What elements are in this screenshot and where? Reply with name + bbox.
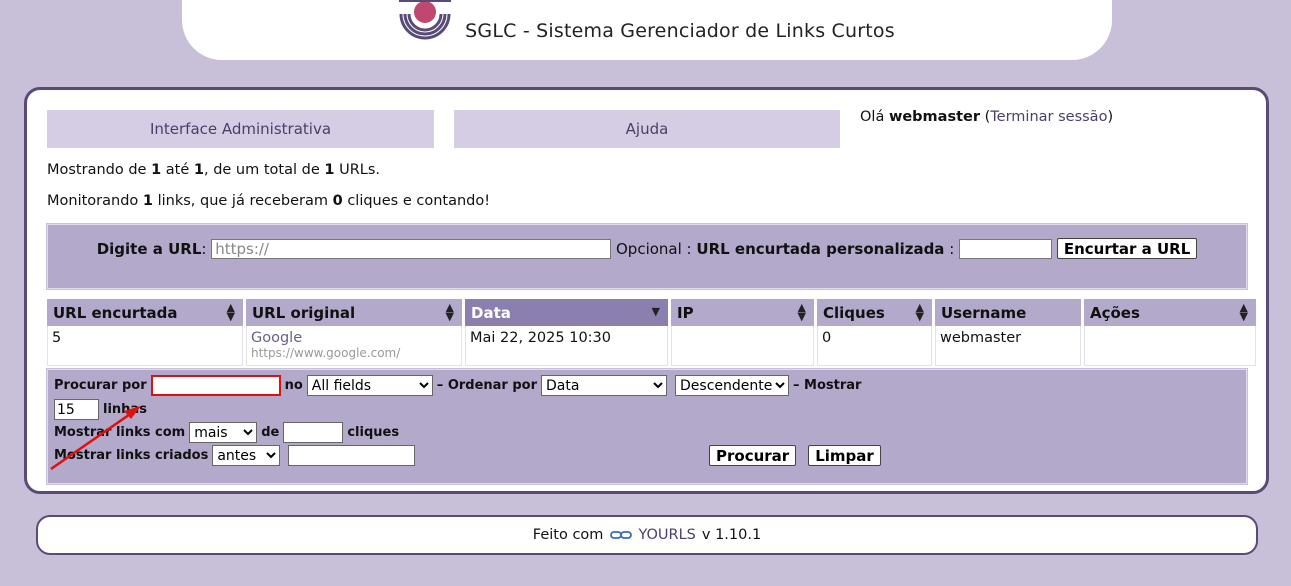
greeting-close-paren: ) bbox=[1107, 109, 1114, 125]
cell-short-url[interactable]: 5 bbox=[47, 326, 243, 366]
main-panel: Interface Administrativa Ajuda Olá webma… bbox=[24, 87, 1269, 494]
order-label: – Ordenar por bbox=[436, 378, 538, 393]
filter-row-search: Procurar por no All fields – Ordenar por… bbox=[54, 375, 861, 396]
column-header-original-url[interactable]: URL original ▲ ▼ bbox=[246, 299, 462, 326]
per-page-input[interactable] bbox=[54, 399, 99, 420]
show-label: – Mostrar bbox=[793, 378, 862, 393]
url-label-colon: : bbox=[201, 239, 207, 258]
cell-original-url: Google https://www.google.com/ bbox=[246, 326, 462, 366]
filter-row-created: Mostrar links criados antes bbox=[54, 445, 419, 466]
cell-actions bbox=[1084, 326, 1256, 366]
url-address[interactable]: https://www.google.com/ bbox=[251, 346, 457, 360]
footer-made-with: Feito com bbox=[532, 527, 604, 543]
user-greeting: Olá webmaster (Terminar sessão) bbox=[860, 109, 1113, 125]
monitor-links-word: links, que já receberam bbox=[157, 193, 329, 209]
sort-icon: ▲ ▼ bbox=[915, 301, 924, 323]
add-url-box: Digite a URL: Opcional : URL encurtada p… bbox=[46, 223, 1248, 290]
url-label: Digite a URL bbox=[96, 239, 202, 258]
created-date-input[interactable] bbox=[288, 445, 416, 466]
table-header-row: URL encurtada ▲ ▼ URL original ▲ ▼ Data ▼ IP ▲… bbox=[47, 299, 1256, 326]
search-label: Procurar por bbox=[54, 378, 147, 393]
clear-button[interactable]: Limpar bbox=[808, 445, 881, 466]
monitor-clicks-word: cliques e contando! bbox=[347, 193, 491, 209]
column-header-label: IP bbox=[677, 303, 694, 322]
yourls-logo-icon bbox=[399, 0, 452, 40]
yourls-link[interactable]: YOURLS bbox=[638, 527, 695, 543]
showing-total-word: , de um total de bbox=[203, 162, 320, 178]
url-input[interactable] bbox=[211, 238, 612, 259]
column-header-short-url[interactable]: URL encurtada ▲ ▼ bbox=[47, 299, 243, 326]
filter-buttons: Procurar Limpar bbox=[709, 445, 881, 466]
showing-urls-word: URLs. bbox=[339, 162, 381, 178]
search-field-select[interactable]: All fields bbox=[306, 375, 433, 396]
showing-to: 1 bbox=[193, 162, 204, 178]
column-header-label: Cliques bbox=[823, 303, 885, 322]
column-header-label: URL encurtada bbox=[53, 303, 178, 322]
showing-total: 1 bbox=[324, 162, 335, 178]
sort-descending-icon: ▼ bbox=[651, 305, 660, 318]
column-header-clicks[interactable]: Cliques ▲ ▼ bbox=[817, 299, 932, 326]
in-label: no bbox=[284, 378, 303, 393]
cell-username: webmaster bbox=[935, 326, 1081, 366]
site-header: SGLC - Sistema Gerenciador de Links Curt… bbox=[182, 0, 1112, 60]
custom-url-label: URL encurtada personalizada bbox=[696, 239, 945, 258]
logout-link[interactable]: Terminar sessão bbox=[990, 109, 1107, 125]
lines-label: linhas bbox=[103, 402, 147, 417]
page-title: SGLC - Sistema Gerenciador de Links Curt… bbox=[465, 20, 895, 42]
monitoring-stats: Monitorando 1 links, que já receberam 0 … bbox=[47, 193, 490, 209]
filter-row-lines: linhas bbox=[50, 399, 147, 420]
filter-panel: Procurar por no All fields – Ordenar por… bbox=[46, 368, 1248, 485]
cell-date: Mai 22, 2025 10:30 bbox=[465, 326, 668, 366]
created-operator-select[interactable]: antes bbox=[212, 445, 281, 466]
custom-url-colon: : bbox=[949, 239, 955, 258]
column-header-label: Data bbox=[471, 303, 511, 322]
showing-from: 1 bbox=[151, 162, 162, 178]
search-button[interactable]: Procurar bbox=[709, 445, 797, 466]
filter-row-clicks: Mostrar links com mais de cliques bbox=[54, 422, 399, 443]
showing-prefix: Mostrando de bbox=[47, 162, 147, 178]
of-label: de bbox=[261, 425, 280, 440]
site-footer: Feito com YOURLS v 1.10.1 bbox=[36, 515, 1258, 555]
url-title-link[interactable]: Google bbox=[251, 330, 302, 346]
cell-clicks: 0 bbox=[817, 326, 932, 366]
showing-stats: Mostrando de 1 até 1, de um total de 1 U… bbox=[47, 162, 380, 178]
footer-version: v 1.10.1 bbox=[701, 527, 762, 543]
monitor-links: 1 bbox=[142, 193, 153, 209]
sort-icon: ▲ ▼ bbox=[445, 301, 454, 323]
link-icon bbox=[610, 531, 633, 539]
clicks-value-input[interactable] bbox=[283, 422, 344, 443]
tab-help[interactable]: Ajuda bbox=[454, 110, 840, 148]
tab-admin-interface[interactable]: Interface Administrativa bbox=[47, 110, 434, 148]
sort-icon: ▲ ▼ bbox=[1239, 301, 1248, 323]
column-header-actions[interactable]: Ações ▲ ▼ bbox=[1084, 299, 1256, 326]
urls-table: URL encurtada ▲ ▼ URL original ▲ ▼ Data ▼ IP ▲… bbox=[44, 299, 1259, 366]
monitor-prefix: Monitorando bbox=[47, 193, 139, 209]
add-url-row: Digite a URL: Opcional : URL encurtada p… bbox=[48, 238, 1246, 259]
column-header-label: URL original bbox=[252, 303, 356, 322]
clicks-suffix-label: cliques bbox=[347, 425, 400, 440]
greeting-hello: Olá bbox=[860, 109, 885, 125]
table-row: 5 Google https://www.google.com/ Mai 22,… bbox=[47, 326, 1256, 366]
order-direction-select[interactable]: Descendente bbox=[675, 375, 790, 396]
monitor-clicks: 0 bbox=[332, 193, 343, 209]
search-input[interactable] bbox=[150, 375, 281, 396]
shorten-url-button[interactable]: Encurtar a URL bbox=[1056, 238, 1198, 259]
created-filter-label: Mostrar links criados bbox=[54, 448, 209, 463]
cell-ip bbox=[671, 326, 814, 366]
optional-label: Opcional : bbox=[616, 239, 692, 258]
showing-to-word: até bbox=[165, 162, 190, 178]
column-header-date[interactable]: Data ▼ bbox=[465, 299, 668, 326]
column-header-ip[interactable]: IP ▲ ▼ bbox=[671, 299, 814, 326]
column-header-username: Username bbox=[935, 299, 1081, 326]
username-label: webmaster bbox=[888, 109, 980, 125]
column-header-label: Username bbox=[941, 303, 1027, 322]
clicks-filter-label: Mostrar links com bbox=[54, 425, 186, 440]
order-by-select[interactable]: Data bbox=[541, 375, 668, 396]
column-header-label: Ações bbox=[1090, 303, 1140, 322]
sort-icon: ▲ ▼ bbox=[226, 301, 235, 323]
clicks-operator-select[interactable]: mais bbox=[189, 422, 258, 443]
custom-keyword-input[interactable] bbox=[959, 238, 1053, 259]
sort-icon: ▲ ▼ bbox=[797, 301, 806, 323]
